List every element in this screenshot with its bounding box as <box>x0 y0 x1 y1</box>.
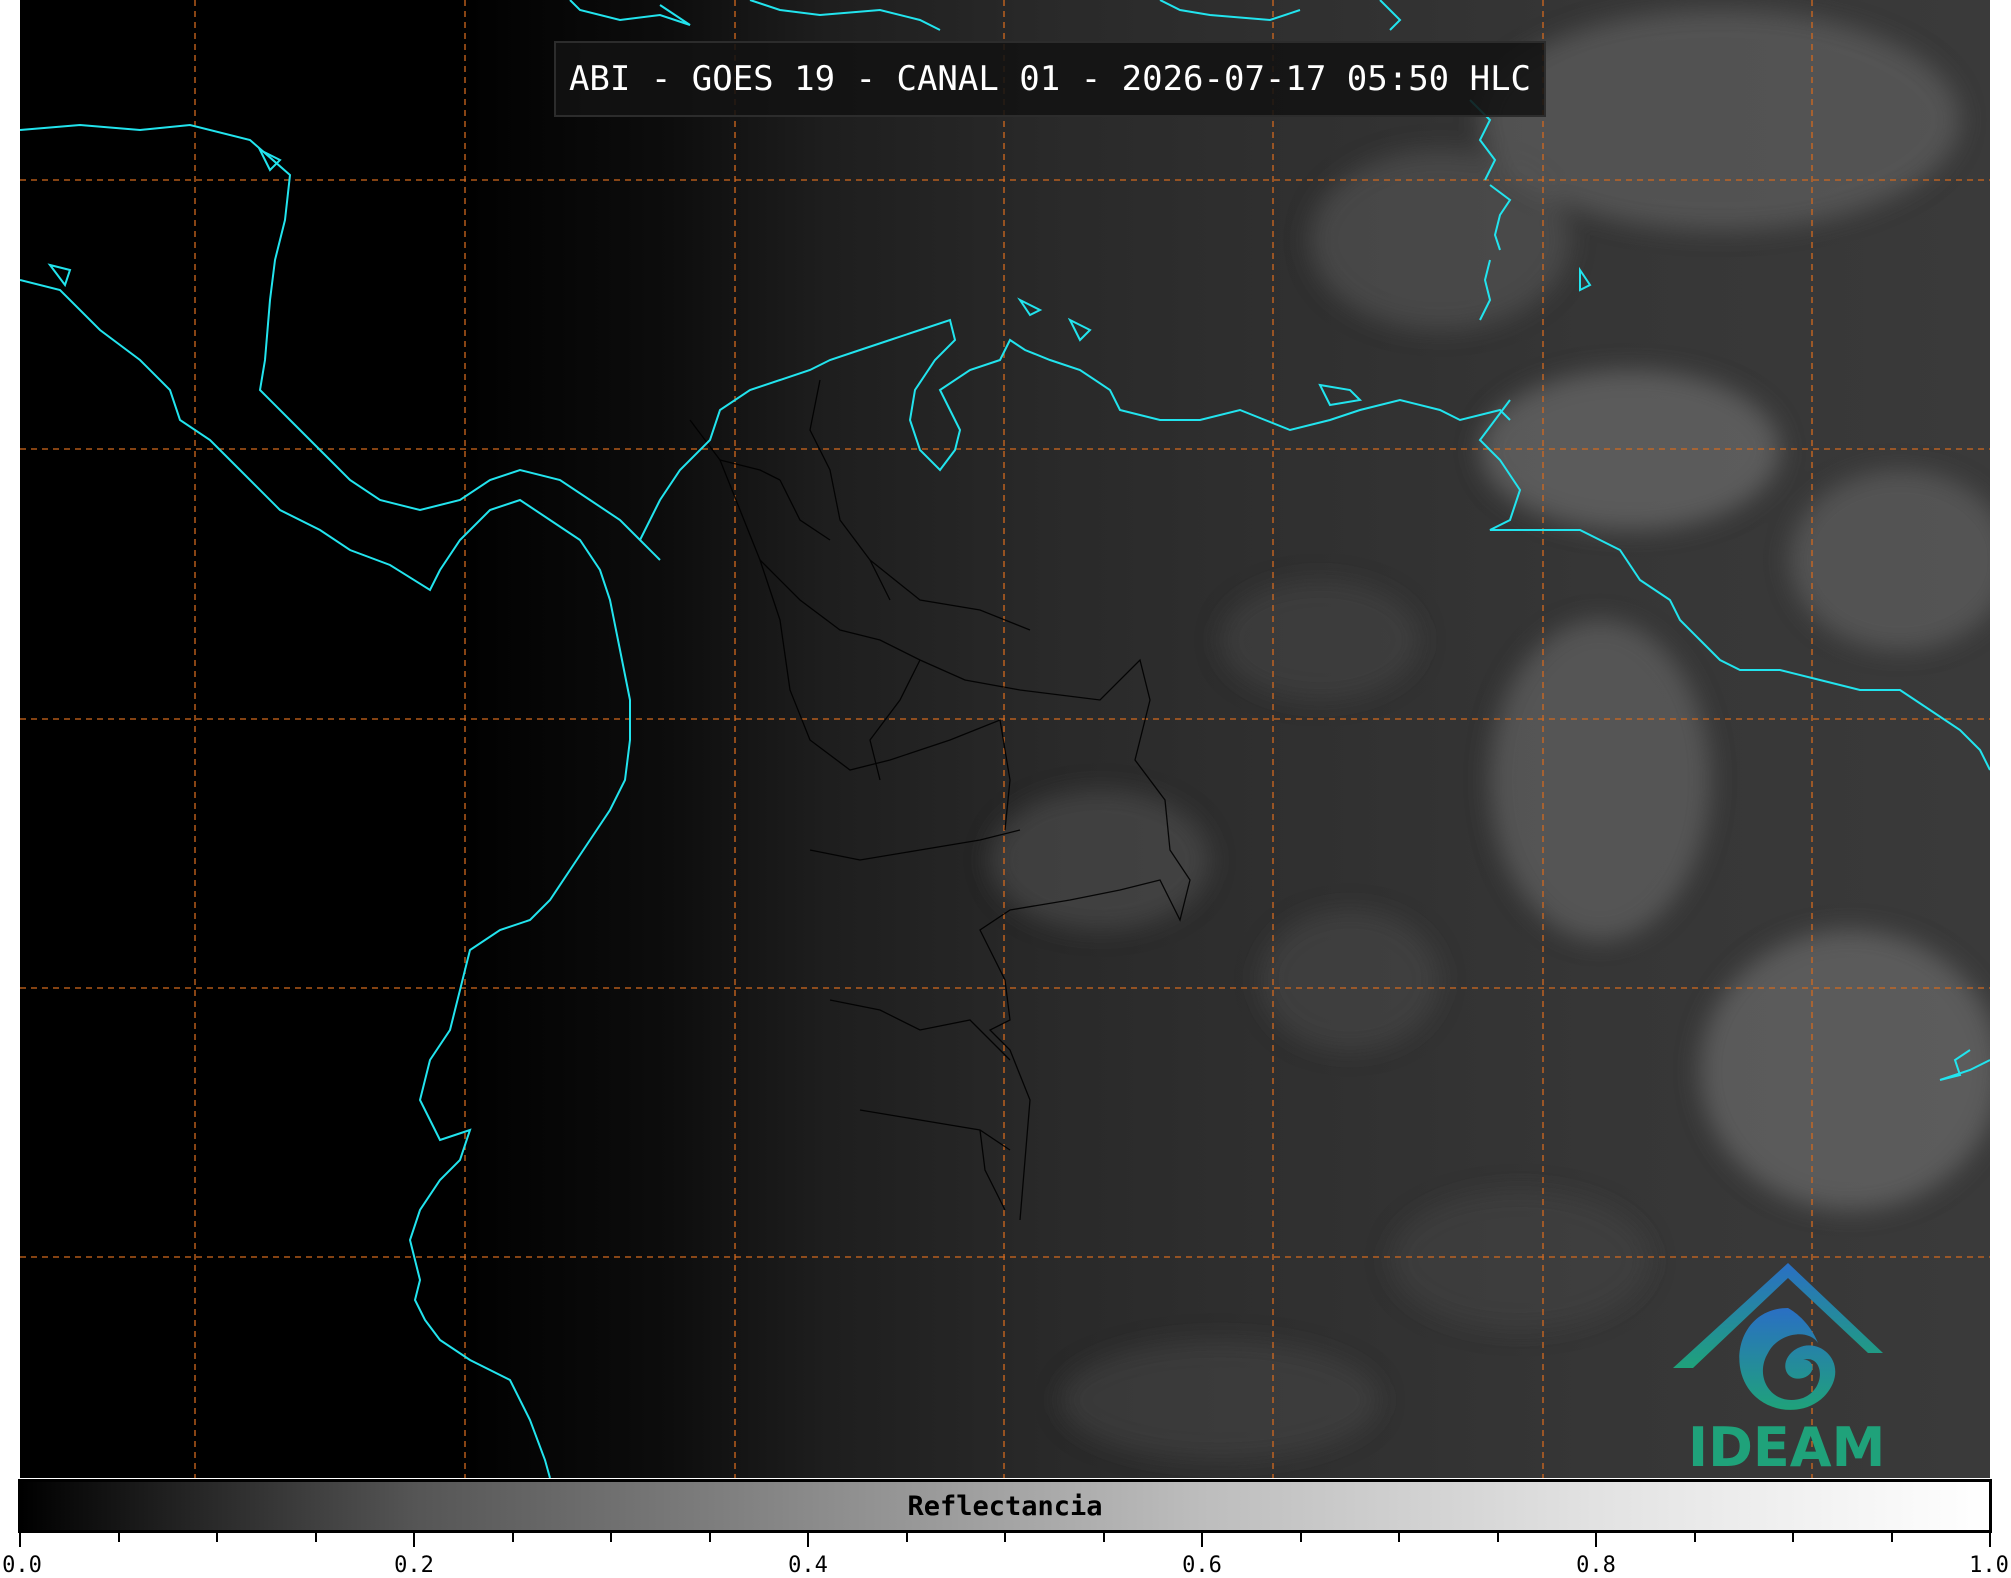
colorbar-label: Reflectancia <box>907 1490 1103 1522</box>
colorbar-minor-tick <box>1398 1533 1400 1542</box>
colorbar-tick-label: 0.6 <box>1182 1553 1222 1578</box>
colorbar-ticks: 0.0 0.2 0.4 0.6 0.8 1.0 <box>0 1533 2011 1578</box>
colorbar-minor-tick <box>1693 1533 1696 1542</box>
colorbar-minor-tick <box>511 1533 514 1542</box>
satellite-map[interactable]: ABI - GOES 19 - CANAL 01 - 2026-07-17 05… <box>20 0 1990 1478</box>
colorbar-tick-label: 0.0 <box>2 1553 42 1578</box>
colorbar-minor-tick <box>1496 1533 1499 1542</box>
colorbar-minor-tick <box>708 1533 711 1542</box>
colorbar-minor-tick <box>1792 1533 1794 1542</box>
map-layer <box>20 0 1990 1478</box>
colorbar-major-tick <box>1989 1533 1991 1547</box>
colorbar-tick-label: 0.8 <box>1576 1553 1616 1578</box>
colorbar-minor-tick <box>1102 1533 1105 1542</box>
colorbar-major-tick <box>413 1533 415 1547</box>
colorbar-major-tick <box>807 1533 809 1547</box>
colorbar-major-tick <box>1595 1533 1597 1547</box>
colorbar-minor-tick <box>610 1533 612 1542</box>
colorbar-minor-tick <box>1004 1533 1006 1542</box>
map-title: ABI - GOES 19 - CANAL 01 - 2026-07-17 05… <box>554 41 1546 117</box>
colorbar-minor-tick <box>1299 1533 1302 1542</box>
colorbar-minor-tick <box>216 1533 218 1542</box>
colorbar-minor-tick <box>905 1533 908 1542</box>
colorbar-major-tick <box>19 1533 21 1547</box>
colorbar-tick-label: 1.0 <box>1969 1553 2009 1578</box>
cloud-layer <box>990 10 1990 1460</box>
colorbar-minor-tick <box>314 1533 317 1542</box>
colorbar-minor-tick <box>1890 1533 1893 1542</box>
colorbar-tick-label: 0.2 <box>394 1553 434 1578</box>
ideam-logo-text: IDEAM <box>1688 1416 1886 1479</box>
colorbar: Reflectancia <box>18 1479 1992 1533</box>
colorbar-tick-label: 0.4 <box>788 1553 828 1578</box>
colorbar-minor-tick <box>117 1533 120 1542</box>
colorbar-major-tick <box>1201 1533 1203 1547</box>
